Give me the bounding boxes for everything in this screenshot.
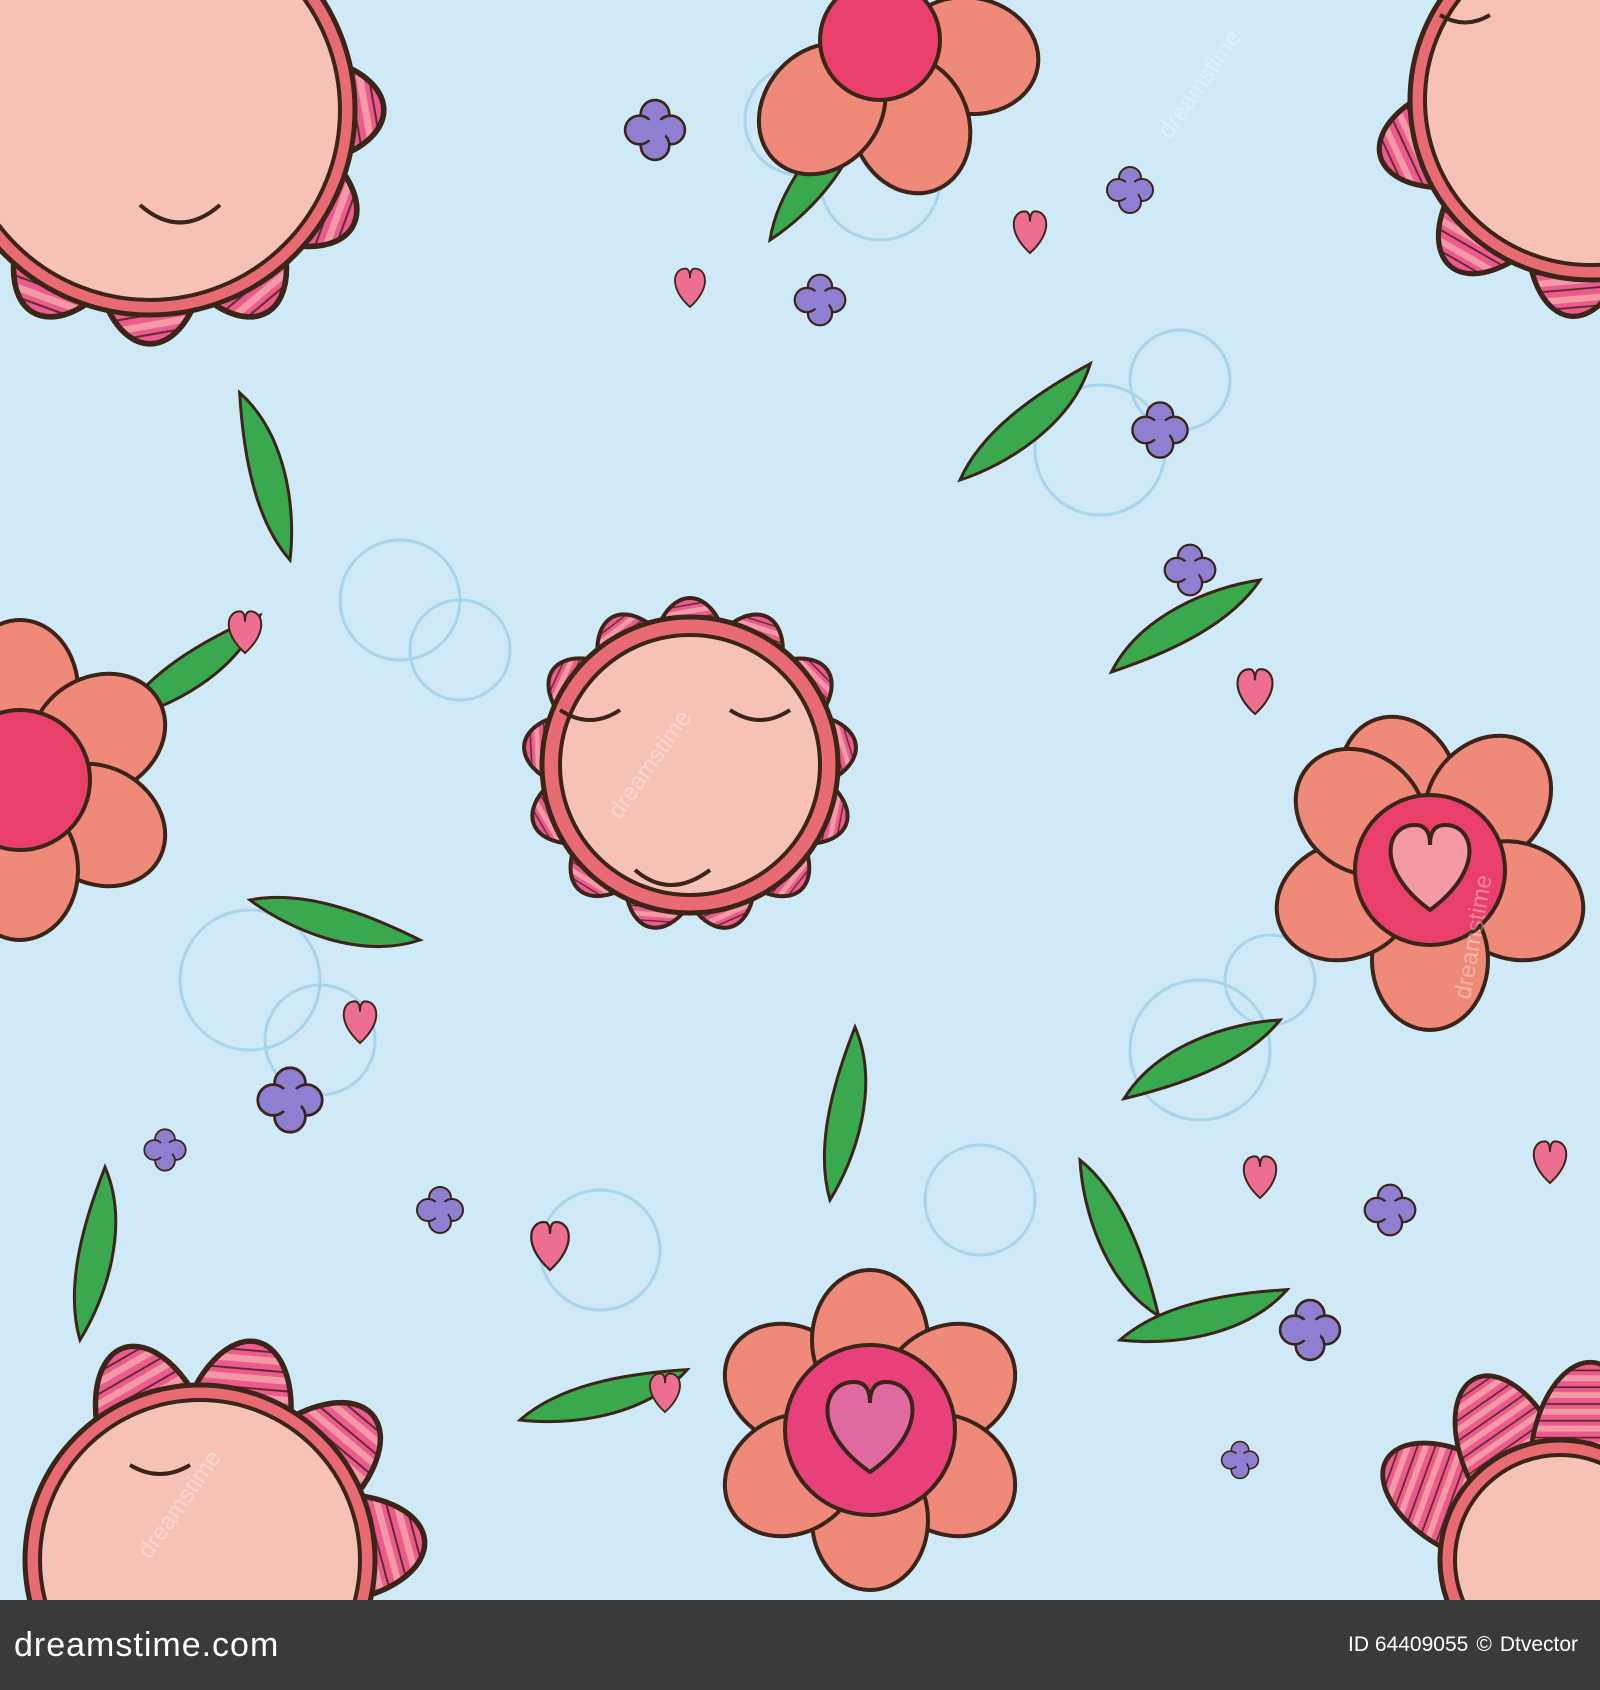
stock-footer-bar: dreamstime.com ID 64409055 © Dtvector bbox=[0, 1600, 1600, 1690]
image-credits: ID 64409055 © Dtvector bbox=[1348, 1633, 1578, 1657]
author-name[interactable]: Dtvector bbox=[1500, 1633, 1578, 1657]
image-id: ID 64409055 bbox=[1348, 1633, 1469, 1656]
copyright-symbol: © bbox=[1476, 1633, 1492, 1656]
flower-pattern-illustration: dreamstime dreamstime dreamstime dreamst… bbox=[0, 0, 1600, 1600]
dreamstime-logo[interactable]: dreamstime.com bbox=[14, 1626, 279, 1665]
